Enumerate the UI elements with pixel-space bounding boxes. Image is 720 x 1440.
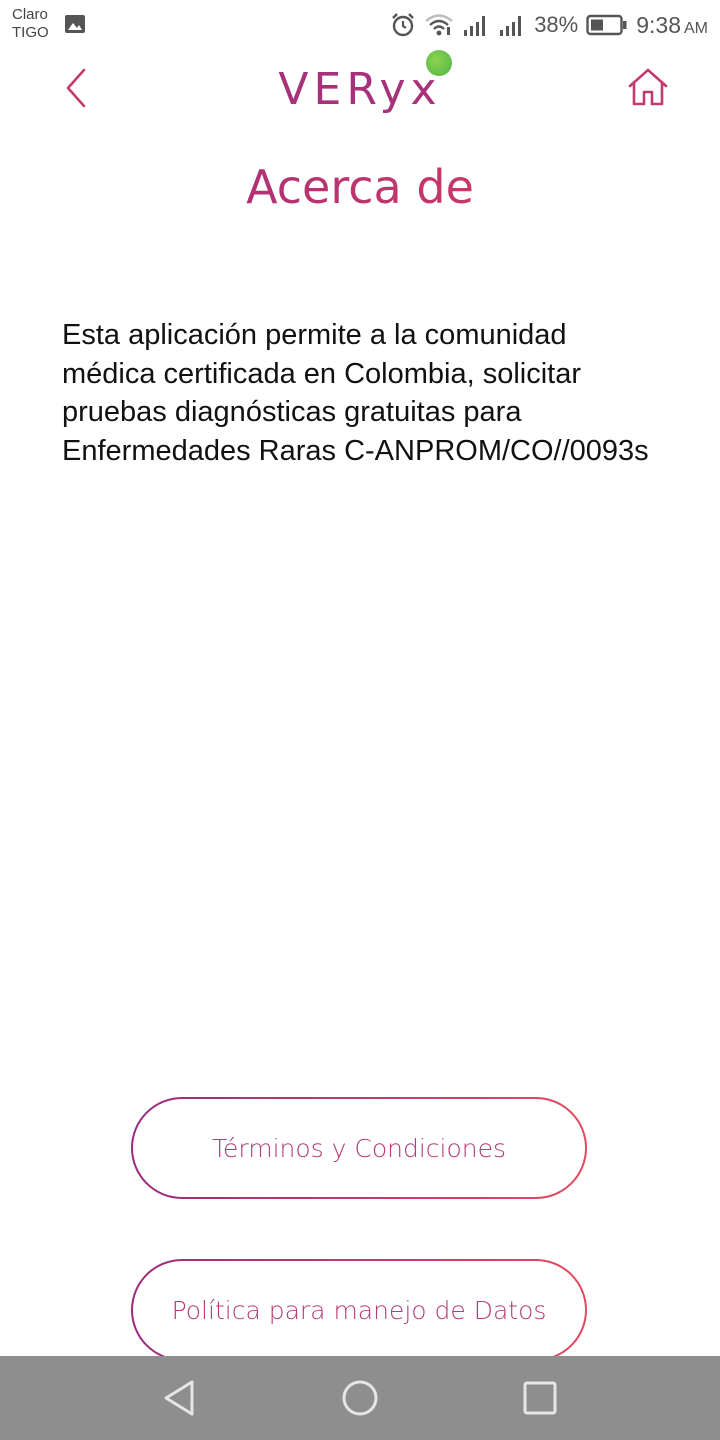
- nav-recent-icon[interactable]: [518, 1376, 562, 1420]
- logo-dot: [426, 50, 452, 76]
- status-bar: Claro TIGO 38% 9:38 AM: [0, 0, 720, 50]
- carrier-line-2: TIGO: [12, 24, 49, 41]
- privacy-policy-button-label: Política para manejo de Datos: [133, 1261, 585, 1359]
- app-header: VERyx: [0, 50, 720, 130]
- signal-icon: [464, 16, 486, 36]
- battery-icon: [586, 14, 627, 36]
- battery-percent: 38%: [534, 12, 579, 37]
- status-icons: 38% 9:38 AM: [390, 8, 708, 42]
- signal-icon: [500, 16, 522, 36]
- wifi-icon: [425, 14, 453, 36]
- terms-button-label: Términos y Condiciones: [133, 1099, 585, 1197]
- app-logo: VERyx: [278, 64, 442, 115]
- clock: 9:38 AM: [636, 12, 708, 39]
- alarm-icon: [392, 13, 415, 37]
- home-icon[interactable]: [624, 64, 672, 112]
- nav-back-icon[interactable]: [158, 1376, 202, 1420]
- clock-ampm: AM: [684, 19, 708, 37]
- system-nav-bar: [0, 1356, 720, 1440]
- clock-time: 9:38: [636, 11, 681, 38]
- page-title: Acerca de: [0, 160, 720, 214]
- carrier-label: Claro TIGO: [12, 6, 49, 42]
- gallery-icon: [65, 15, 85, 33]
- nav-home-icon[interactable]: [338, 1376, 382, 1420]
- terms-button[interactable]: Términos y Condiciones: [131, 1097, 587, 1199]
- privacy-policy-button[interactable]: Política para manejo de Datos: [131, 1259, 587, 1361]
- about-description: Esta aplicación permite a la comunidad m…: [62, 319, 649, 467]
- carrier-line-1: Claro: [12, 6, 48, 23]
